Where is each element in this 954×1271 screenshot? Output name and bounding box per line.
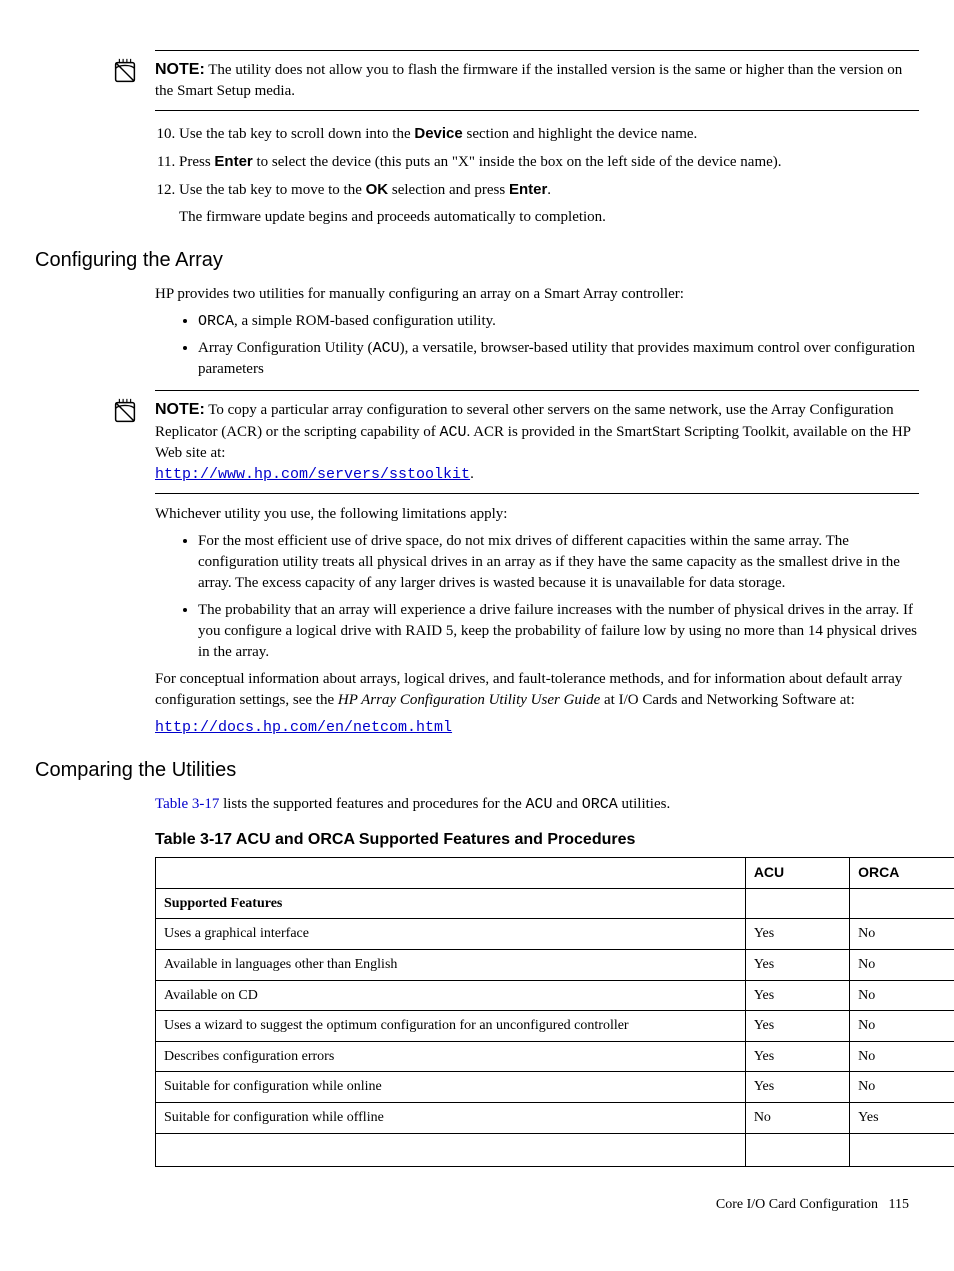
list-item: For the most efficient use of drive spac… xyxy=(198,531,919,594)
steps-list: Use the tab key to scroll down into the … xyxy=(155,123,919,228)
acu-cell: Yes xyxy=(745,1041,849,1072)
feature-cell: Available on CD xyxy=(156,980,746,1011)
step-text: Use the tab key to move to the xyxy=(179,182,366,198)
table-row: Uses a wizard to suggest the optimum con… xyxy=(156,1011,954,1042)
empty-cell xyxy=(156,1133,746,1166)
empty-cell xyxy=(850,888,954,919)
acu-cell: Yes xyxy=(745,919,849,950)
heading-configuring-array: Configuring the Array xyxy=(35,246,919,274)
feature-cell: Suitable for configuration while offline xyxy=(156,1102,746,1133)
note-block-firmware: NOTE: The utility does not allow you to … xyxy=(155,50,919,111)
list-item: The probability that an array will exper… xyxy=(198,600,919,663)
note-text: The utility does not allow you to flash … xyxy=(155,62,902,99)
step-text: selection and press xyxy=(388,182,509,198)
list-item: Array Configuration Utility (ACU), a ver… xyxy=(198,338,919,380)
intro-text: lists the supported features and procedu… xyxy=(219,796,525,812)
step-sub-text: The firmware update begins and proceeds … xyxy=(179,207,919,228)
feature-cell: Uses a graphical interface xyxy=(156,919,746,950)
period: . xyxy=(470,466,474,482)
list-item: ORCA, a simple ROM-based configuration u… xyxy=(198,311,919,332)
limits-intro: Whichever utility you use, the following… xyxy=(155,504,919,525)
note-label: NOTE: xyxy=(155,61,205,78)
empty-cell xyxy=(745,888,849,919)
step-text: to select the device (this puts an "X" i… xyxy=(253,154,782,170)
list-text: , a simple ROM-based configuration utili… xyxy=(234,313,496,329)
feature-cell: Available in languages other than Englis… xyxy=(156,949,746,980)
table-xref: Table 3-17 xyxy=(155,796,219,812)
intro-text: utilities. xyxy=(618,796,671,812)
concept-paragraph: For conceptual information about arrays,… xyxy=(155,669,919,711)
list-text: Array Configuration Utility ( xyxy=(198,340,373,356)
col-orca: ORCA xyxy=(850,858,954,889)
limits-list: For the most efficient use of drive spac… xyxy=(180,531,919,663)
table-row: Available on CD Yes No xyxy=(156,980,954,1011)
step-bold: Enter xyxy=(509,181,547,198)
step-bold: OK xyxy=(366,181,389,198)
footer-text: Core I/O Card Configuration xyxy=(716,1197,878,1212)
page-footer: Core I/O Card Configuration 115 xyxy=(35,1195,919,1215)
step-text: Press xyxy=(179,154,214,170)
acu-cell: Yes xyxy=(745,1072,849,1103)
mono-text: ACU xyxy=(440,424,467,441)
utility-list: ORCA, a simple ROM-based configuration u… xyxy=(180,311,919,380)
table-subheader-row: Supported Features xyxy=(156,888,954,919)
feature-cell: Describes configuration errors xyxy=(156,1041,746,1072)
empty-cell xyxy=(745,1133,849,1166)
table-empty-row xyxy=(156,1133,954,1166)
step-11: Press Enter to select the device (this p… xyxy=(179,151,919,173)
orca-cell: No xyxy=(850,1041,954,1072)
step-12: Use the tab key to move to the OK select… xyxy=(179,179,919,228)
orca-cell: No xyxy=(850,919,954,950)
step-text: section and highlight the device name. xyxy=(463,126,698,142)
orca-cell: No xyxy=(850,949,954,980)
orca-cell: No xyxy=(850,1011,954,1042)
note-icon xyxy=(110,397,140,427)
table-row: Suitable for configuration while offline… xyxy=(156,1102,954,1133)
note-label: NOTE: xyxy=(155,401,205,418)
note-block-acr: NOTE: To copy a particular array configu… xyxy=(155,390,919,493)
subheader-cell: Supported Features xyxy=(156,888,746,919)
table-caption: Table 3-17 ACU and ORCA Supported Featur… xyxy=(155,829,919,851)
heading-comparing-utilities: Comparing the Utilities xyxy=(35,756,919,784)
table-row: Available in languages other than Englis… xyxy=(156,949,954,980)
link-netcom[interactable]: http://docs.hp.com/en/netcom.html xyxy=(155,719,452,736)
step-10: Use the tab key to scroll down into the … xyxy=(179,123,919,145)
feature-cell: Suitable for configuration while online xyxy=(156,1072,746,1103)
orca-cell: Yes xyxy=(850,1102,954,1133)
table-header-row: ACU ORCA xyxy=(156,858,954,889)
table-row: Uses a graphical interface Yes No xyxy=(156,919,954,950)
mono-text: ACU xyxy=(373,340,400,357)
empty-cell xyxy=(850,1133,954,1166)
acu-cell: Yes xyxy=(745,1011,849,1042)
page-number: 115 xyxy=(889,1197,909,1212)
orca-cell: No xyxy=(850,980,954,1011)
step-text: . xyxy=(547,182,551,198)
intro-text: and xyxy=(553,796,582,812)
step-text: Use the tab key to scroll down into the xyxy=(179,126,414,142)
feature-cell: Uses a wizard to suggest the optimum con… xyxy=(156,1011,746,1042)
concept-text: at I/O Cards and Networking Software at: xyxy=(600,692,855,708)
step-bold: Device xyxy=(414,125,462,142)
section-intro: HP provides two utilities for manually c… xyxy=(155,284,919,305)
step-bold: Enter xyxy=(214,153,252,170)
compare-intro: Table 3-17 lists the supported features … xyxy=(155,794,919,815)
acu-cell: Yes xyxy=(745,949,849,980)
note-icon xyxy=(110,57,140,87)
col-blank xyxy=(156,858,746,889)
acu-cell: No xyxy=(745,1102,849,1133)
acu-cell: Yes xyxy=(745,980,849,1011)
orca-cell: No xyxy=(850,1072,954,1103)
features-table: ACU ORCA Supported Features Uses a graph… xyxy=(155,857,954,1166)
mono-text: ACU xyxy=(526,796,553,813)
table-row: Suitable for configuration while online … xyxy=(156,1072,954,1103)
mono-text: ORCA xyxy=(198,313,234,330)
concept-italic: HP Array Configuration Utility User Guid… xyxy=(338,692,600,708)
col-acu: ACU xyxy=(745,858,849,889)
table-row: Describes configuration errors Yes No xyxy=(156,1041,954,1072)
link-sstoolkit[interactable]: http://www.hp.com/servers/sstoolkit xyxy=(155,466,470,483)
mono-text: ORCA xyxy=(582,796,618,813)
